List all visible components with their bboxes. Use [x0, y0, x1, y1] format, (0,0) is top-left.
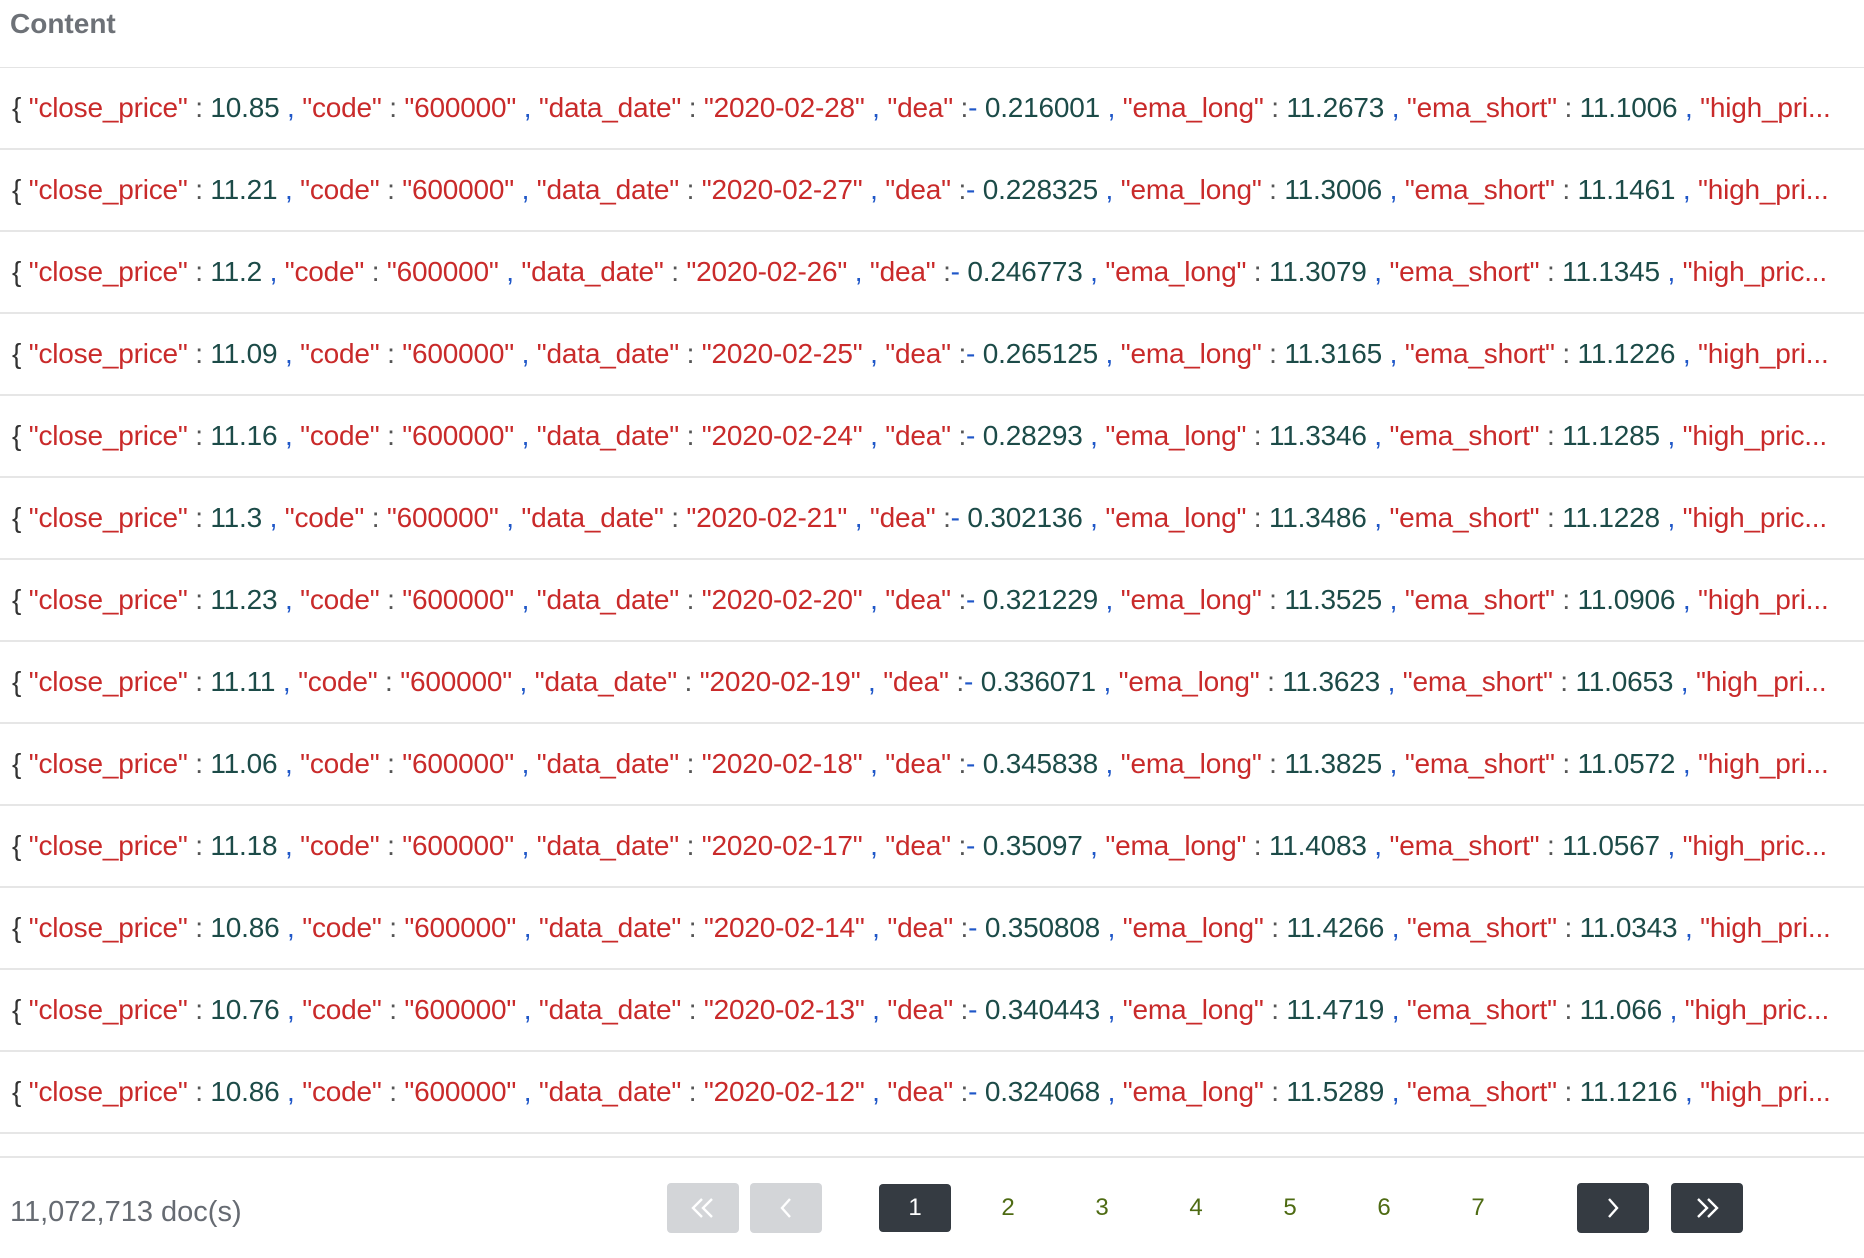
document-json: { "close_price" : 10.76 , "code" : "6000…: [12, 994, 1830, 1025]
document-json: { "close_price" : 11.3 , "code" : "60000…: [12, 502, 1827, 533]
content-header: Content: [0, 0, 1864, 68]
page-link-2[interactable]: 2: [972, 1184, 1044, 1232]
prev-page-button[interactable]: [750, 1183, 822, 1233]
pagination-footer: 11,072,713 doc(s) 1234567: [0, 1156, 1864, 1258]
document-row[interactable]: { "close_price" : 11.09 , "code" : "6000…: [0, 314, 1864, 396]
document-json: { "close_price" : 10.86 , "code" : "6000…: [12, 1076, 1831, 1107]
document-row[interactable]: { "close_price" : 11.3 , "code" : "60000…: [0, 478, 1864, 560]
page-link-1[interactable]: 1: [879, 1184, 951, 1232]
document-json: { "close_price" : 11.18 , "code" : "6000…: [12, 830, 1827, 861]
document-row[interactable]: { "close_price" : 10.85 , "code" : "6000…: [0, 68, 1864, 150]
first-page-button[interactable]: [667, 1183, 739, 1233]
document-row[interactable]: { "close_price" : 11.2 , "code" : "60000…: [0, 232, 1864, 314]
document-json: { "close_price" : 11.06 , "code" : "6000…: [12, 748, 1829, 779]
document-row[interactable]: { "close_price" : 11.06 , "code" : "6000…: [0, 724, 1864, 806]
page-link-3[interactable]: 3: [1066, 1184, 1138, 1232]
content-title: Content: [10, 7, 116, 39]
document-json: { "close_price" : 11.23 , "code" : "6000…: [12, 584, 1829, 615]
double-chevron-left-icon: [690, 1196, 716, 1220]
document-row[interactable]: { "close_price" : 10.86 , "code" : "6000…: [0, 888, 1864, 970]
document-row[interactable]: { "close_price" : 11.23 , "code" : "6000…: [0, 560, 1864, 642]
document-json: { "close_price" : 11.11 , "code" : "6000…: [12, 666, 1827, 697]
document-row[interactable]: { "close_price" : 11.21 , "code" : "6000…: [0, 150, 1864, 232]
doc-count: 11,072,713 doc(s): [10, 1196, 242, 1228]
document-row[interactable]: { "close_price" : 11.18 , "code" : "6000…: [0, 806, 1864, 888]
next-page-button[interactable]: [1577, 1183, 1649, 1233]
document-json: { "close_price" : 10.85 , "code" : "6000…: [12, 92, 1831, 123]
document-json: { "close_price" : 11.21 , "code" : "6000…: [12, 174, 1829, 205]
document-row[interactable]: { "close_price" : 10.76 , "code" : "6000…: [0, 970, 1864, 1052]
page-link-7[interactable]: 7: [1442, 1184, 1514, 1232]
document-json: { "close_price" : 11.09 , "code" : "6000…: [12, 338, 1829, 369]
page-link-5[interactable]: 5: [1254, 1184, 1326, 1232]
page-link-6[interactable]: 6: [1348, 1184, 1420, 1232]
document-row[interactable]: { "close_price" : 11.11 , "code" : "6000…: [0, 642, 1864, 724]
document-list: { "close_price" : 10.85 , "code" : "6000…: [0, 68, 1864, 1134]
chevron-left-icon: [778, 1196, 794, 1220]
document-json: { "close_price" : 11.2 , "code" : "60000…: [12, 256, 1827, 287]
document-json: { "close_price" : 10.86 , "code" : "6000…: [12, 912, 1831, 943]
page-link-4[interactable]: 4: [1160, 1184, 1232, 1232]
document-row[interactable]: { "close_price" : 10.86 , "code" : "6000…: [0, 1052, 1864, 1134]
content-panel: Content { "close_price" : 10.85 , "code"…: [0, 0, 1864, 1258]
double-chevron-right-icon: [1694, 1196, 1720, 1220]
document-row[interactable]: { "close_price" : 11.16 , "code" : "6000…: [0, 396, 1864, 478]
document-json: { "close_price" : 11.16 , "code" : "6000…: [12, 420, 1827, 451]
chevron-right-icon: [1605, 1196, 1621, 1220]
last-page-button[interactable]: [1671, 1183, 1743, 1233]
